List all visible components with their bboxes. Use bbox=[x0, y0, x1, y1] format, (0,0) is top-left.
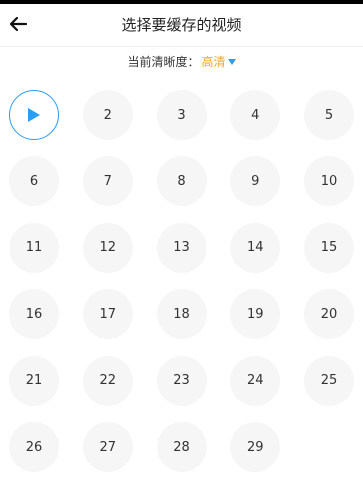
episode-number: 22 bbox=[99, 373, 117, 389]
episode-button[interactable]: 11 bbox=[9, 222, 59, 273]
episode-number: 18 bbox=[173, 306, 190, 322]
episode-button[interactable]: 22 bbox=[82, 355, 133, 406]
episode-current-button[interactable] bbox=[9, 90, 59, 140]
episode-button[interactable]: 26 bbox=[9, 422, 59, 472]
episode-button[interactable]: 28 bbox=[156, 422, 207, 472]
episode-button[interactable]: 14 bbox=[230, 222, 281, 273]
episode-button[interactable]: 16 bbox=[9, 289, 59, 340]
episode-number: 9 bbox=[251, 173, 260, 189]
episode-button[interactable]: 23 bbox=[156, 355, 207, 406]
play-icon bbox=[28, 108, 40, 122]
episode-button[interactable]: 8 bbox=[156, 156, 207, 207]
episode-grid: 2 3 4 5 6 7 8 9 10 11 12 13 14 15 16 17 18 19 20 21 22 23 24 25… bbox=[0, 0, 363, 487]
episode-button[interactable]: 2 bbox=[82, 90, 133, 140]
episode-number: 3 bbox=[177, 107, 186, 123]
episode-number: 10 bbox=[320, 173, 338, 189]
episode-number: 20 bbox=[320, 306, 338, 322]
episode-number: 25 bbox=[320, 373, 338, 389]
episode-number: 12 bbox=[99, 240, 117, 256]
episode-number: 15 bbox=[320, 240, 338, 256]
episode-number: 4 bbox=[251, 107, 260, 123]
episode-button[interactable]: 10 bbox=[304, 156, 354, 207]
episode-number: 29 bbox=[246, 439, 264, 455]
episode-button[interactable]: 18 bbox=[156, 289, 207, 340]
episode-button[interactable]: 3 bbox=[156, 90, 207, 140]
episode-number: 13 bbox=[173, 240, 190, 256]
episode-number: 7 bbox=[103, 173, 112, 189]
episode-button[interactable]: 24 bbox=[230, 355, 281, 406]
episode-number: 27 bbox=[99, 439, 117, 455]
episode-number: 19 bbox=[246, 306, 264, 322]
episode-number: 6 bbox=[29, 173, 39, 189]
episode-number: 2 bbox=[103, 107, 112, 123]
episode-number: 23 bbox=[173, 373, 190, 389]
episode-number: 17 bbox=[99, 306, 117, 322]
episode-button[interactable]: 15 bbox=[304, 222, 354, 273]
episode-number: 16 bbox=[25, 306, 43, 322]
episode-button[interactable]: 9 bbox=[230, 156, 281, 207]
episode-number: 26 bbox=[25, 439, 43, 455]
episode-button[interactable]: 25 bbox=[304, 355, 354, 406]
episode-button[interactable]: 5 bbox=[304, 90, 354, 140]
episode-button[interactable]: 20 bbox=[304, 289, 354, 340]
episode-button[interactable]: 7 bbox=[82, 156, 133, 207]
episode-number: 24 bbox=[246, 373, 264, 389]
episode-number: 5 bbox=[324, 107, 334, 123]
episode-button[interactable]: 19 bbox=[230, 289, 281, 340]
episode-number: 8 bbox=[177, 173, 186, 189]
episode-button[interactable]: 4 bbox=[230, 90, 281, 140]
episode-number: 21 bbox=[25, 373, 43, 389]
episode-button[interactable]: 6 bbox=[9, 156, 59, 207]
episode-number: 28 bbox=[173, 439, 190, 455]
episode-button[interactable]: 13 bbox=[156, 222, 207, 273]
episode-button[interactable]: 12 bbox=[82, 222, 133, 273]
episode-number: 11 bbox=[25, 240, 43, 256]
episode-button[interactable]: 29 bbox=[230, 422, 281, 472]
episode-button[interactable]: 27 bbox=[82, 422, 133, 472]
episode-number: 14 bbox=[246, 240, 264, 256]
episode-button[interactable]: 21 bbox=[9, 355, 59, 406]
episode-button[interactable]: 17 bbox=[82, 289, 133, 340]
